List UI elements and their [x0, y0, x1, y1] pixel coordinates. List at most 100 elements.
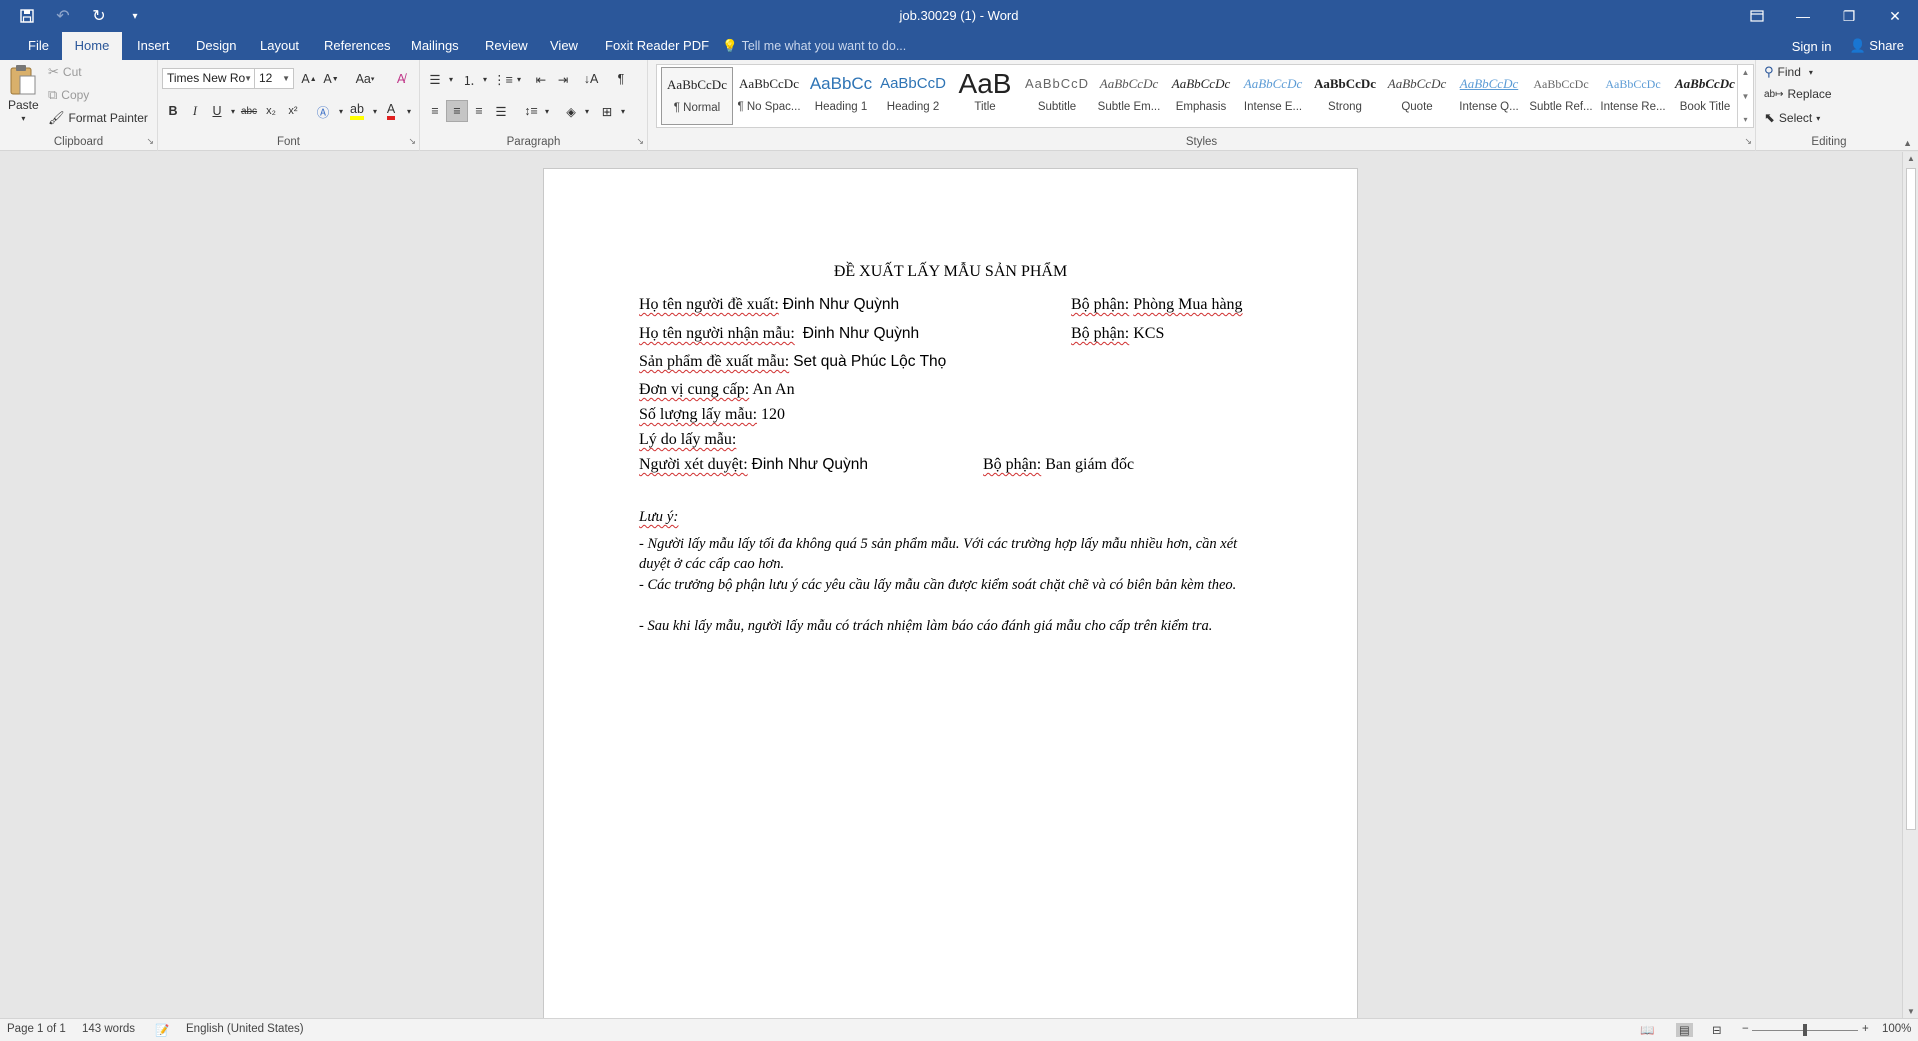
copy-button[interactable]: ⧉ Copy: [48, 87, 89, 103]
paragraph-group: ☰ ▾ ⒈ ▾ ⋮≡ ▾ ⇤ ⇥ ↓A ¶ ≡ ≡ ≡ ☰ ↕≡ ▾ ◈ ▾ ⊞…: [420, 60, 648, 151]
title-bar: ↶ ↻ ▾ job.30029 (1) - Word — ❐ ✕: [0, 0, 1918, 32]
tab-design[interactable]: Design: [186, 32, 246, 60]
font-name-value: Times New Ro: [167, 71, 246, 85]
zoom-out-icon[interactable]: −: [1742, 1023, 1749, 1035]
shrink-font-icon[interactable]: A ▼: [320, 68, 342, 90]
dialog-launcher-icon[interactable]: ↘: [408, 136, 416, 147]
print-layout-icon[interactable]: ▤: [1676, 1023, 1693, 1037]
tab-review[interactable]: Review: [475, 32, 538, 60]
style-strong[interactable]: AaBbCcDc Strong: [1309, 67, 1381, 125]
tab-view[interactable]: View: [540, 32, 588, 60]
align-right-icon[interactable]: ≡: [468, 100, 490, 122]
clear-formatting-icon[interactable]: A̸: [390, 68, 412, 90]
chevron-down-icon: ▾: [370, 76, 375, 83]
align-left-icon[interactable]: ≡: [424, 100, 446, 122]
page-count[interactable]: Page 1 of 1: [7, 1023, 66, 1035]
style-sample: AaBbCcDc: [1605, 77, 1661, 91]
web-layout-icon[interactable]: ⊟: [1712, 1023, 1722, 1037]
tab-home[interactable]: Home: [62, 32, 122, 60]
vertical-scrollbar[interactable]: ▲ ▼: [1902, 152, 1918, 1018]
font-name-combo[interactable]: Times New Ro ▼: [162, 68, 256, 89]
select-button[interactable]: ⬉ Select ▾: [1764, 110, 1820, 126]
find-button[interactable]: ⚲ Find ▾: [1764, 64, 1813, 80]
tab-foxit-reader-pdf[interactable]: Foxit Reader PDF: [595, 32, 719, 60]
font-size-combo[interactable]: 12 ▼: [254, 68, 294, 89]
read-mode-icon[interactable]: 📖: [1640, 1023, 1654, 1037]
dialog-launcher-icon[interactable]: ↘: [1744, 136, 1752, 147]
zoom-slider-thumb[interactable]: [1803, 1024, 1807, 1036]
document-page[interactable]: ĐỀ XUẤT LẤY MẪU SẢN PHẨM Họ tên người đề…: [543, 168, 1358, 1018]
paste-label: Paste: [8, 98, 39, 112]
decrease-indent-icon[interactable]: ⇤: [530, 68, 552, 90]
tab-mailings[interactable]: Mailings: [401, 32, 469, 60]
strikethrough-button[interactable]: abc: [238, 100, 260, 122]
style-subtle-reference[interactable]: AaBbCcDc Subtle Ref...: [1525, 67, 1597, 125]
chevron-down-icon[interactable]: ▾: [398, 100, 420, 122]
style-heading-1[interactable]: AaBbCc Heading 1: [805, 67, 877, 125]
close-icon[interactable]: ✕: [1872, 0, 1918, 32]
style-intense-reference[interactable]: AaBbCcDc Intense Re...: [1597, 67, 1669, 125]
grow-font-icon[interactable]: A ▲: [298, 68, 320, 90]
share-button[interactable]: 👤 Share: [1849, 38, 1904, 54]
style-intense-emphasis[interactable]: AaBbCcDc Intense E...: [1237, 67, 1309, 125]
superscript-button[interactable]: x²: [282, 100, 304, 122]
style-book-title[interactable]: AaBbCcDc Book Title: [1669, 67, 1741, 125]
style-title[interactable]: AaB Title: [949, 67, 1021, 125]
format-painter-button[interactable]: 🖌 Format Painter: [48, 110, 148, 126]
zoom-in-icon[interactable]: +: [1862, 1023, 1869, 1035]
sort-icon[interactable]: ↓A: [580, 68, 602, 90]
supplier-label: Đơn vị cung cấp:: [639, 381, 750, 398]
sign-in-link[interactable]: Sign in: [1792, 39, 1832, 54]
style-normal[interactable]: AaBbCcDc ¶ Normal: [661, 67, 733, 125]
ribbon-display-options-icon[interactable]: [1734, 0, 1780, 32]
style-subtitle[interactable]: AaBbCcD Subtitle: [1021, 67, 1093, 125]
bold-button[interactable]: B: [162, 100, 184, 122]
tab-references[interactable]: References: [314, 32, 400, 60]
show-formatting-marks-icon[interactable]: ¶: [610, 68, 632, 90]
justify-icon[interactable]: ☰: [490, 100, 512, 122]
tab-file[interactable]: File: [18, 32, 59, 60]
cut-button[interactable]: ✂ Cut: [48, 64, 82, 80]
minimize-icon[interactable]: —: [1780, 0, 1826, 32]
style-subtle-emphasis[interactable]: AaBbCcDc Subtle Em...: [1093, 67, 1165, 125]
language[interactable]: English (United States): [186, 1023, 304, 1035]
style-heading-2[interactable]: AaBbCcD Heading 2: [877, 67, 949, 125]
chevron-up-icon[interactable]: ▲: [1742, 68, 1750, 77]
chevron-down-icon[interactable]: ▼: [1742, 92, 1750, 101]
style-emphasis[interactable]: AaBbCcDc Emphasis: [1165, 67, 1237, 125]
paste-icon: [10, 65, 36, 95]
styles-gallery-scroll[interactable]: ▲ ▼ ▾: [1737, 65, 1753, 127]
approver-name: Đinh Như Quỳnh: [751, 456, 869, 473]
align-center-icon[interactable]: ≡: [446, 100, 468, 122]
tab-insert[interactable]: Insert: [127, 32, 180, 60]
increase-indent-icon[interactable]: ⇥: [552, 68, 574, 90]
scrollbar-thumb[interactable]: [1906, 168, 1916, 830]
word-count[interactable]: 143 words: [82, 1023, 135, 1035]
italic-button[interactable]: I: [184, 100, 206, 122]
style-quote[interactable]: AaBbCcDc Quote: [1381, 67, 1453, 125]
collapse-ribbon-icon[interactable]: ▲: [1903, 138, 1912, 148]
scroll-up-icon[interactable]: ▲: [1903, 154, 1918, 163]
proofing-icon[interactable]: 📝: [155, 1023, 169, 1037]
dialog-launcher-icon[interactable]: ↘: [146, 136, 154, 147]
tell-me-search[interactable]: 💡 Tell me what you want to do...: [722, 32, 906, 60]
gallery-more-icon[interactable]: ▾: [1743, 115, 1747, 124]
tab-layout[interactable]: Layout: [250, 32, 309, 60]
zoom-level[interactable]: 100%: [1882, 1023, 1911, 1035]
style-name: ¶ No Spac...: [737, 101, 801, 113]
scroll-down-icon[interactable]: ▼: [1903, 1007, 1918, 1016]
chevron-down-icon[interactable]: ▾: [576, 100, 598, 122]
chevron-down-icon[interactable]: ▾: [536, 100, 558, 122]
chevron-down-icon[interactable]: ▾: [612, 100, 634, 122]
dialog-launcher-icon[interactable]: ↘: [636, 136, 644, 147]
subscript-button[interactable]: x₂: [260, 100, 282, 122]
replace-button[interactable]: ab↦ Replace: [1764, 87, 1832, 101]
style-intense-quote[interactable]: AaBbCcDc Intense Q...: [1453, 67, 1525, 125]
change-case-button[interactable]: Aa ▾: [350, 68, 380, 90]
proposer-label: Họ tên người đề xuất:: [639, 296, 779, 313]
style-no-spacing[interactable]: AaBbCcDc ¶ No Spac...: [733, 67, 805, 125]
style-sample: AaBbCcDc: [1459, 76, 1519, 91]
restore-icon[interactable]: ❐: [1826, 0, 1872, 32]
paste-button[interactable]: Paste ▾: [8, 64, 39, 123]
chevron-down-icon[interactable]: ▾: [508, 68, 530, 90]
